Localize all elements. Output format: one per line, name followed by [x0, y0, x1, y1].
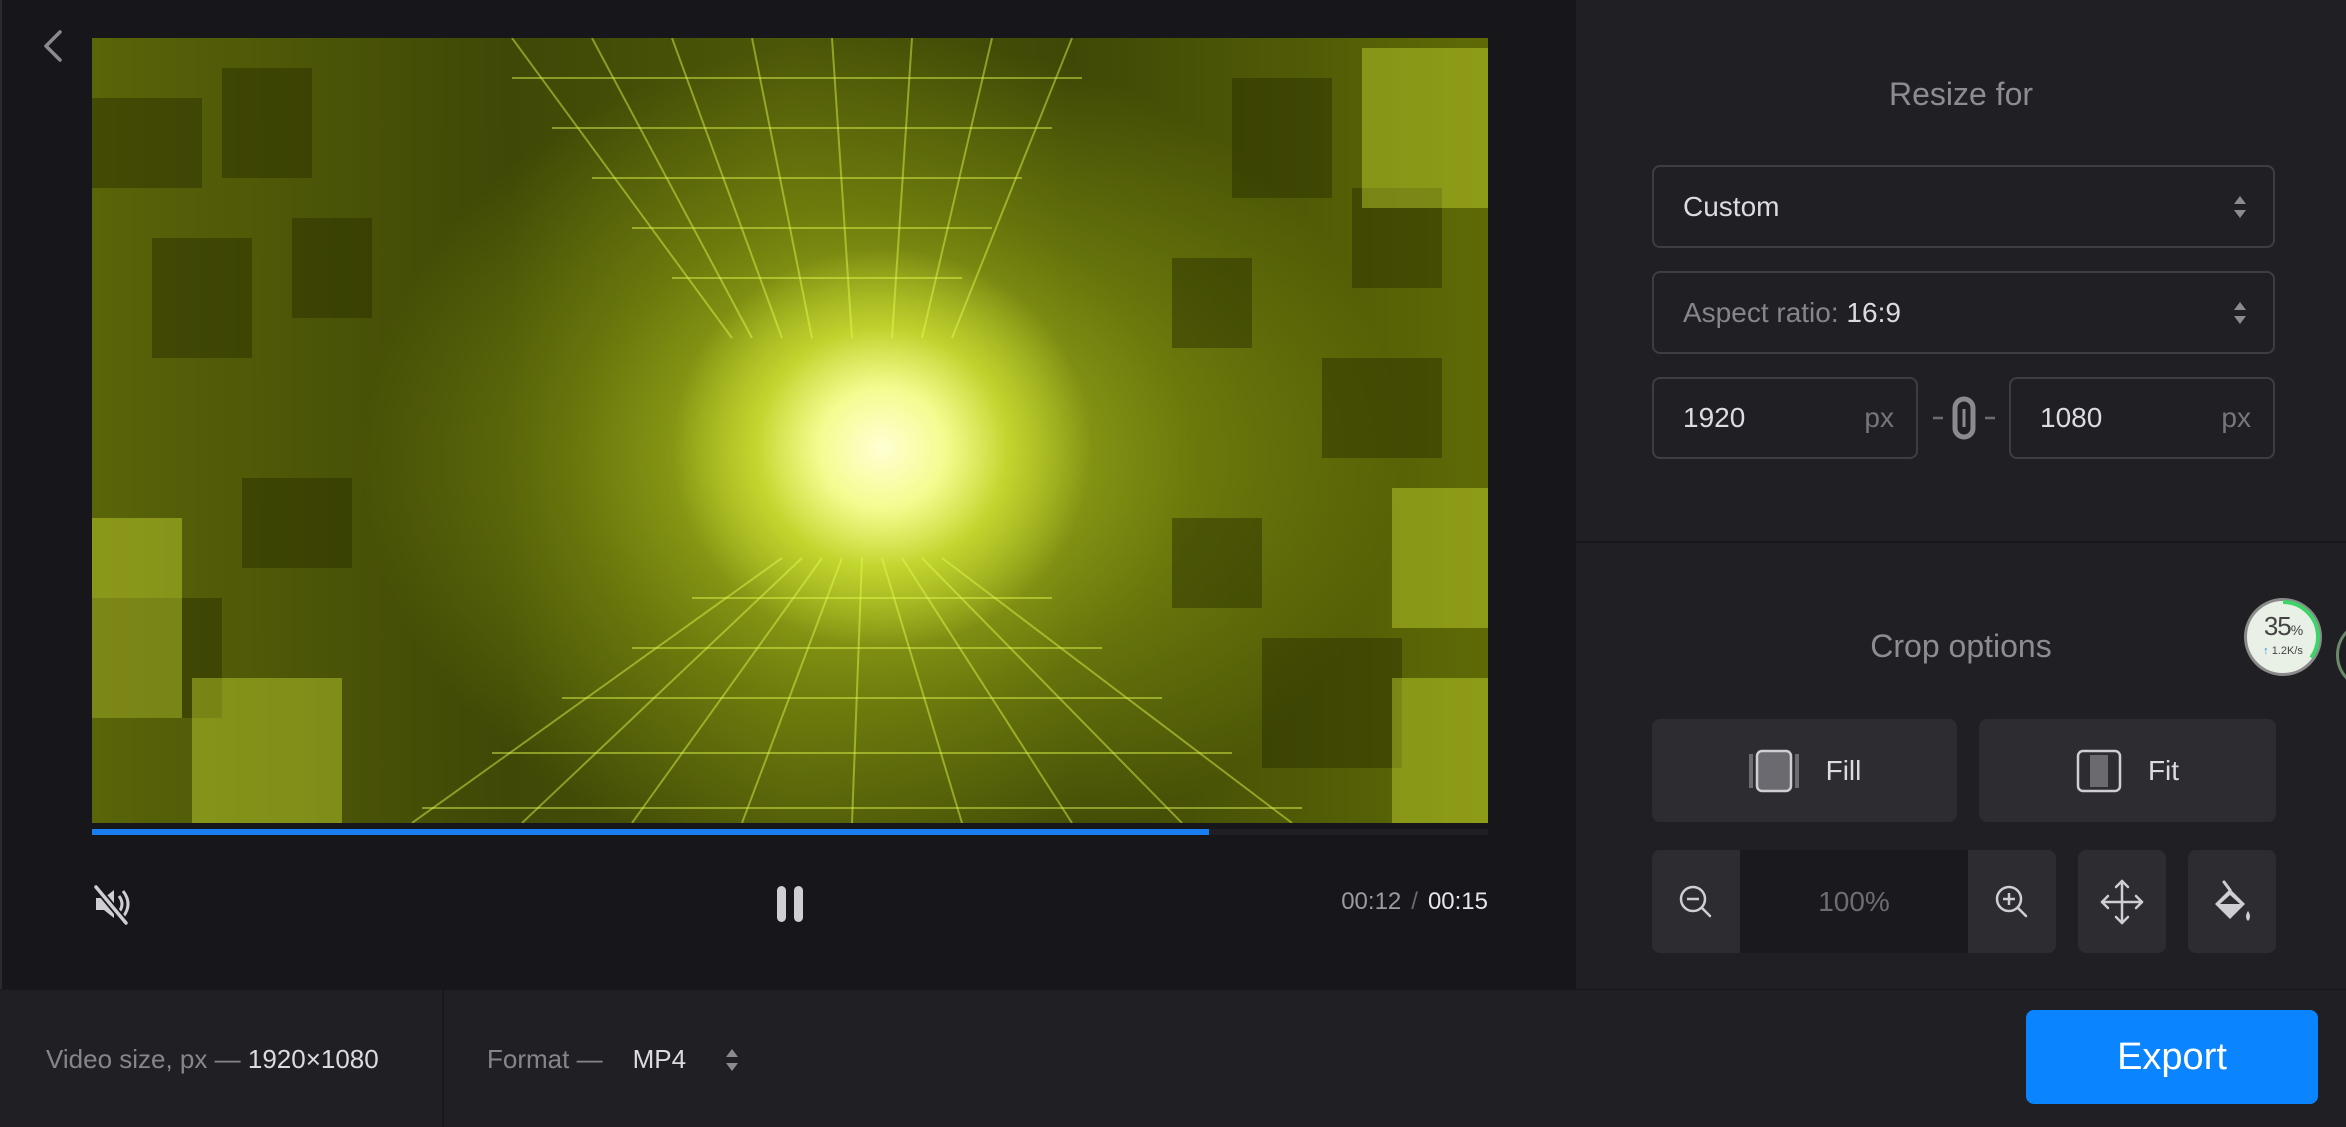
- move-arrows-icon: [2100, 879, 2144, 924]
- current-time: 00:12: [1341, 888, 1402, 915]
- resize-preset-value: Custom: [1683, 191, 1780, 222]
- export-button[interactable]: Export: [2026, 1010, 2318, 1104]
- settings-panel: Resize for Custom Aspect ratio: 16:9 192…: [1576, 0, 2346, 989]
- format-select-arrows-icon[interactable]: [725, 1047, 739, 1073]
- width-value: 1920: [1683, 402, 1746, 433]
- select-arrows-icon: [2234, 302, 2246, 324]
- speed-percent: 35: [2263, 611, 2292, 641]
- back-button[interactable]: [36, 26, 72, 66]
- playback-progress-bar[interactable]: [92, 829, 1488, 835]
- crop-section-title: Crop options: [1870, 628, 2052, 664]
- resize-preset-select[interactable]: Custom: [1652, 165, 2275, 248]
- resize-section-title: Resize for: [1888, 76, 2034, 112]
- speed-percent-sign: %: [2290, 622, 2303, 638]
- network-speed-widget[interactable]: 35% ↑ 1.2K/s: [2244, 598, 2322, 676]
- video-grid-texture: [92, 38, 1488, 823]
- fit-icon: [2076, 749, 2122, 792]
- height-value: 1080: [2040, 402, 2103, 433]
- volume-muted-icon: [93, 884, 130, 926]
- zoom-in-button[interactable]: [1968, 850, 2056, 953]
- move-button[interactable]: [2078, 850, 2166, 953]
- fill-label: Fill: [1825, 754, 1862, 786]
- aspect-ratio-value: 16:9: [1846, 297, 1901, 328]
- fit-label: Fit: [2147, 754, 2180, 786]
- panel-divider: [1576, 541, 2346, 543]
- video-size-label: Video size, px —: [46, 1044, 241, 1074]
- aspect-ratio-select[interactable]: Aspect ratio: 16:9: [1652, 271, 2275, 354]
- fill-button[interactable]: Fill: [1652, 719, 1957, 822]
- format-select[interactable]: Format — MP4: [487, 990, 686, 1127]
- zoom-out-icon: [1679, 885, 1712, 917]
- mute-button[interactable]: [90, 882, 134, 926]
- zoom-out-button[interactable]: [1652, 850, 1740, 953]
- chevron-left-icon: [44, 30, 62, 62]
- paint-bucket-icon: [2215, 880, 2250, 921]
- bottom-divider: [442, 990, 444, 1127]
- select-arrows-icon: [2234, 196, 2246, 218]
- playback-time: 00:12 / 00:15: [1302, 888, 1488, 916]
- bottom-bar: Video size, px — 1920×1080 Format — MP4: [0, 989, 2346, 1127]
- zoom-control: 100%: [1652, 850, 2056, 953]
- video-size-value: 1920×1080: [247, 1044, 379, 1074]
- background-color-button[interactable]: [2188, 850, 2276, 953]
- upload-arrow-icon: ↑: [2263, 645, 2269, 657]
- pause-icon: [777, 886, 803, 922]
- height-unit: px: [2221, 402, 2251, 433]
- fill-icon: [1748, 749, 1799, 792]
- width-unit: px: [1864, 402, 1894, 433]
- zoom-value[interactable]: 100%: [1740, 850, 1968, 953]
- fit-button[interactable]: Fit: [1979, 719, 2276, 822]
- playback-progress-fill: [92, 829, 1209, 835]
- height-input[interactable]: 1080 px: [2009, 377, 2275, 459]
- chain-link-icon: [1933, 396, 1995, 440]
- speed-rate: 1.2K/s: [2271, 645, 2303, 657]
- video-frame[interactable]: [92, 38, 1488, 823]
- format-value: MP4: [632, 1044, 687, 1074]
- link-dimensions-toggle[interactable]: [1931, 396, 1997, 440]
- format-label: Format —: [487, 1044, 603, 1074]
- time-separator: /: [1411, 888, 1418, 915]
- pause-button[interactable]: [768, 882, 812, 926]
- aspect-ratio-label: Aspect ratio:: [1683, 297, 1839, 328]
- total-time: 00:15: [1427, 888, 1488, 915]
- zoom-in-icon: [1995, 885, 2028, 917]
- preview-area: 00:12 / 00:15: [0, 0, 1576, 989]
- width-input[interactable]: 1920 px: [1652, 377, 1918, 459]
- video-size-info: Video size, px — 1920×1080: [46, 990, 379, 1127]
- video-resizer-app: 00:12 / 00:15 Resize for Custom Aspect rat…: [0, 0, 2346, 1127]
